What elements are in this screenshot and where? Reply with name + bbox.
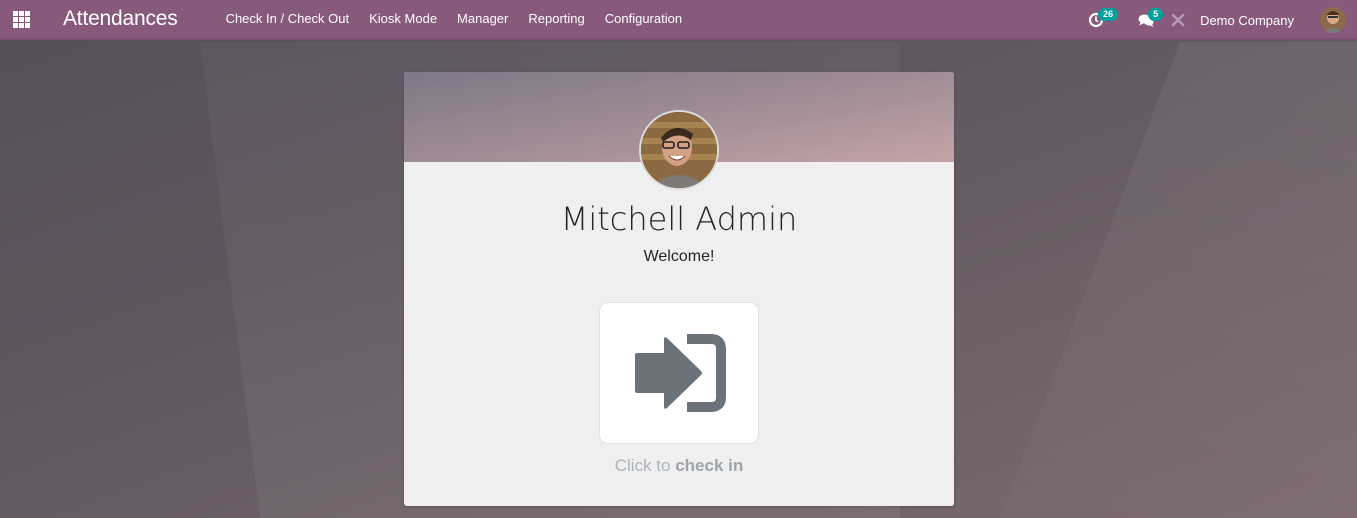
menu-item-manager[interactable]: Manager: [447, 0, 518, 39]
welcome-message: Welcome!: [643, 248, 715, 265]
grid-icon: [12, 10, 30, 28]
employee-avatar: [639, 110, 719, 190]
background-shape: [1000, 42, 1357, 518]
employee-name: Mitchell Admin: [560, 200, 798, 238]
check-in-hint: Click to check in: [404, 456, 954, 476]
menu-item-reporting[interactable]: Reporting: [518, 0, 594, 39]
main-menu: Check In / Check Out Kiosk Mode Manager …: [216, 0, 693, 39]
menu-item-kiosk-mode[interactable]: Kiosk Mode: [359, 0, 447, 39]
app-title[interactable]: Attendances: [63, 7, 178, 31]
check-in-hint-action: check in: [675, 456, 744, 475]
messages-button[interactable]: 5: [1126, 0, 1166, 40]
activities-button[interactable]: 26: [1076, 0, 1119, 40]
menu-item-check-in-out[interactable]: Check In / Check Out: [216, 0, 360, 39]
check-in-hint-prefix: Click to: [614, 456, 676, 475]
systray: 26 5 Demo Company: [1076, 0, 1357, 40]
app-menu-button[interactable]: [0, 0, 42, 39]
top-navbar: Attendances Check In / Check Out Kiosk M…: [0, 0, 1357, 40]
check-in-button[interactable]: [599, 302, 759, 444]
attendance-card: Mitchell Admin Welcome! Click to check i…: [404, 72, 954, 506]
debug-tools-button[interactable]: [1166, 0, 1190, 40]
activities-count-badge: 26: [1098, 8, 1119, 21]
company-switcher[interactable]: Demo Company: [1200, 13, 1294, 28]
user-avatar[interactable]: [1320, 7, 1346, 33]
tools-icon: [1171, 13, 1185, 27]
messages-count-badge: 5: [1148, 8, 1164, 21]
sign-in-icon: [635, 334, 726, 412]
menu-item-configuration[interactable]: Configuration: [595, 0, 692, 39]
